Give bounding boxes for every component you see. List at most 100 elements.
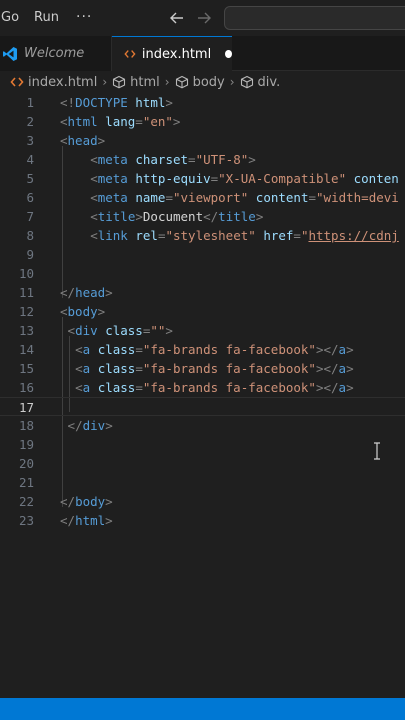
code-text: <a class="fa-brands fa-facebook"></a>: [75, 340, 354, 359]
line-number: 22: [18, 494, 34, 509]
code-line[interactable]: 15 <a class="fa-brands fa-facebook"></a>: [0, 359, 405, 378]
code-line[interactable]: 22 </body>: [0, 492, 405, 511]
code-text: </html>: [60, 511, 113, 530]
code-editor[interactable]: 1 <!DOCTYPE html> 2 <html lang="en"> 3 <head>…: [0, 92, 405, 698]
code-token-tag: div: [75, 323, 98, 338]
code-token-punc: >: [97, 133, 106, 148]
arrow-left-icon[interactable]: [167, 8, 187, 28]
code-text: <meta name="viewport" content="width=dev…: [90, 188, 399, 207]
code-line[interactable]: 11 </head>: [0, 283, 405, 302]
code-line[interactable]: 1 <!DOCTYPE html>: [0, 93, 405, 112]
element-cube-icon: [175, 75, 188, 89]
code-token-punc: <: [75, 361, 83, 376]
unsaved-dot-icon[interactable]: [225, 50, 232, 58]
code-token-punc: <: [90, 190, 98, 205]
code-token-punc: >: [105, 494, 113, 509]
code-token-str: "": [150, 323, 166, 338]
title-bar: Go Run ···: [0, 0, 405, 36]
code-line[interactable]: 18 </div>: [0, 416, 405, 435]
code-token-punc: =: [188, 152, 196, 167]
breadcrumb: index.html › html › body › div.: [0, 71, 405, 93]
code-line[interactable]: 13 <div class="">: [0, 321, 405, 340]
code-line[interactable]: 21: [0, 473, 405, 492]
code-text: <a class="fa-brands fa-facebook"></a>: [75, 378, 354, 397]
code-token-punc: >: [105, 285, 113, 300]
code-token-tag: meta: [97, 152, 128, 167]
code-token-punc: ></: [315, 361, 339, 376]
menu-run[interactable]: Run: [34, 9, 59, 27]
tab-index-html[interactable]: index.html: [112, 36, 232, 71]
code-token-tag: a: [338, 380, 347, 395]
code-token-str: "stylesheet": [165, 228, 256, 243]
code-token-str: "UTF-8": [195, 152, 249, 167]
code-line[interactable]: 4 <meta charset="UTF-8">: [0, 150, 405, 169]
code-token-str: "en": [142, 114, 173, 129]
code-token-punc: <: [90, 171, 98, 186]
code-token-attr: class: [105, 323, 143, 338]
line-number: 19: [18, 437, 34, 452]
breadcrumb-body[interactable]: body: [175, 75, 225, 90]
code-token-punc: >: [248, 152, 256, 167]
code-token-punc: <: [67, 323, 76, 338]
breadcrumb-file[interactable]: index.html: [10, 75, 97, 90]
code-token-tag: head: [75, 285, 106, 300]
tab-welcome-label: Welcome: [24, 46, 85, 61]
code-token-punc: </: [60, 285, 76, 300]
menu-more[interactable]: ···: [76, 8, 92, 26]
code-token-tag: html: [67, 114, 98, 129]
menu-go[interactable]: Go: [1, 9, 19, 27]
code-token-punc: </: [203, 209, 219, 224]
code-token-tag: meta: [97, 190, 128, 205]
breadcrumb-html[interactable]: html: [112, 75, 160, 90]
code-token-punc: >: [346, 380, 354, 395]
code-token-attr: class: [97, 380, 136, 395]
line-number: 5: [26, 171, 34, 186]
code-text: <!DOCTYPE html>: [60, 93, 173, 112]
html-file-icon: [124, 50, 136, 58]
code-token-tag: link: [97, 228, 128, 243]
chevron-right-icon: ›: [102, 75, 108, 89]
code-token-tag: head: [67, 133, 98, 148]
code-token-punc: <: [60, 133, 68, 148]
code-token-text: Document: [142, 209, 204, 224]
line-number: 8: [26, 228, 34, 243]
code-token-punc: </: [60, 513, 76, 528]
code-line[interactable]: 17: [0, 397, 405, 416]
code-line[interactable]: 23 </html>: [0, 511, 405, 530]
code-line[interactable]: 6 <meta name="viewport" content="width=de…: [0, 188, 405, 207]
code-line[interactable]: 5 <meta http-equiv="X-UA-Compatible" cont…: [0, 169, 405, 188]
code-token-str: "fa-brands fa-facebook": [142, 380, 316, 395]
editor-tab-bar: Welcome index.html: [0, 36, 405, 71]
line-number: 6: [26, 190, 34, 205]
code-line[interactable]: 16 <a class="fa-brands fa-facebook"></a>: [0, 378, 405, 397]
code-text: </body>: [60, 492, 113, 511]
tab-welcome[interactable]: Welcome: [0, 36, 112, 71]
code-token-punc: =: [135, 380, 143, 395]
code-token-attr: class: [97, 342, 136, 357]
line-number: 16: [18, 380, 34, 395]
code-token-tag: a: [338, 361, 347, 376]
code-line[interactable]: 7 <title>Document</title>: [0, 207, 405, 226]
code-token-tag: DOCTYPE: [75, 95, 128, 110]
code-line[interactable]: 8 <link rel="stylesheet" href="https://cd…: [0, 226, 405, 245]
status-bar: [0, 698, 405, 720]
code-token-punc: <: [90, 152, 98, 167]
code-line[interactable]: 14 <a class="fa-brands fa-facebook"></a>: [0, 340, 405, 359]
breadcrumb-div[interactable]: div.: [240, 75, 280, 90]
code-line[interactable]: 10: [0, 264, 405, 283]
line-number: 17: [18, 400, 34, 415]
code-line[interactable]: 9: [0, 245, 405, 264]
element-cube-icon: [240, 75, 253, 89]
code-line[interactable]: 2 <html lang="en">: [0, 112, 405, 131]
code-line[interactable]: 12 <body>: [0, 302, 405, 321]
html-file-icon: [10, 77, 24, 87]
code-text: <div class="">: [68, 321, 173, 340]
arrow-right-icon[interactable]: [194, 8, 214, 28]
command-center-search[interactable]: [224, 6, 405, 30]
code-token-tag: a: [338, 342, 347, 357]
code-line[interactable]: 3 <head>: [0, 131, 405, 150]
code-token-str: "width=devi: [316, 190, 399, 205]
code-token-str: "viewport": [173, 190, 249, 205]
code-line[interactable]: 20: [0, 454, 405, 473]
code-line[interactable]: 19: [0, 435, 405, 454]
